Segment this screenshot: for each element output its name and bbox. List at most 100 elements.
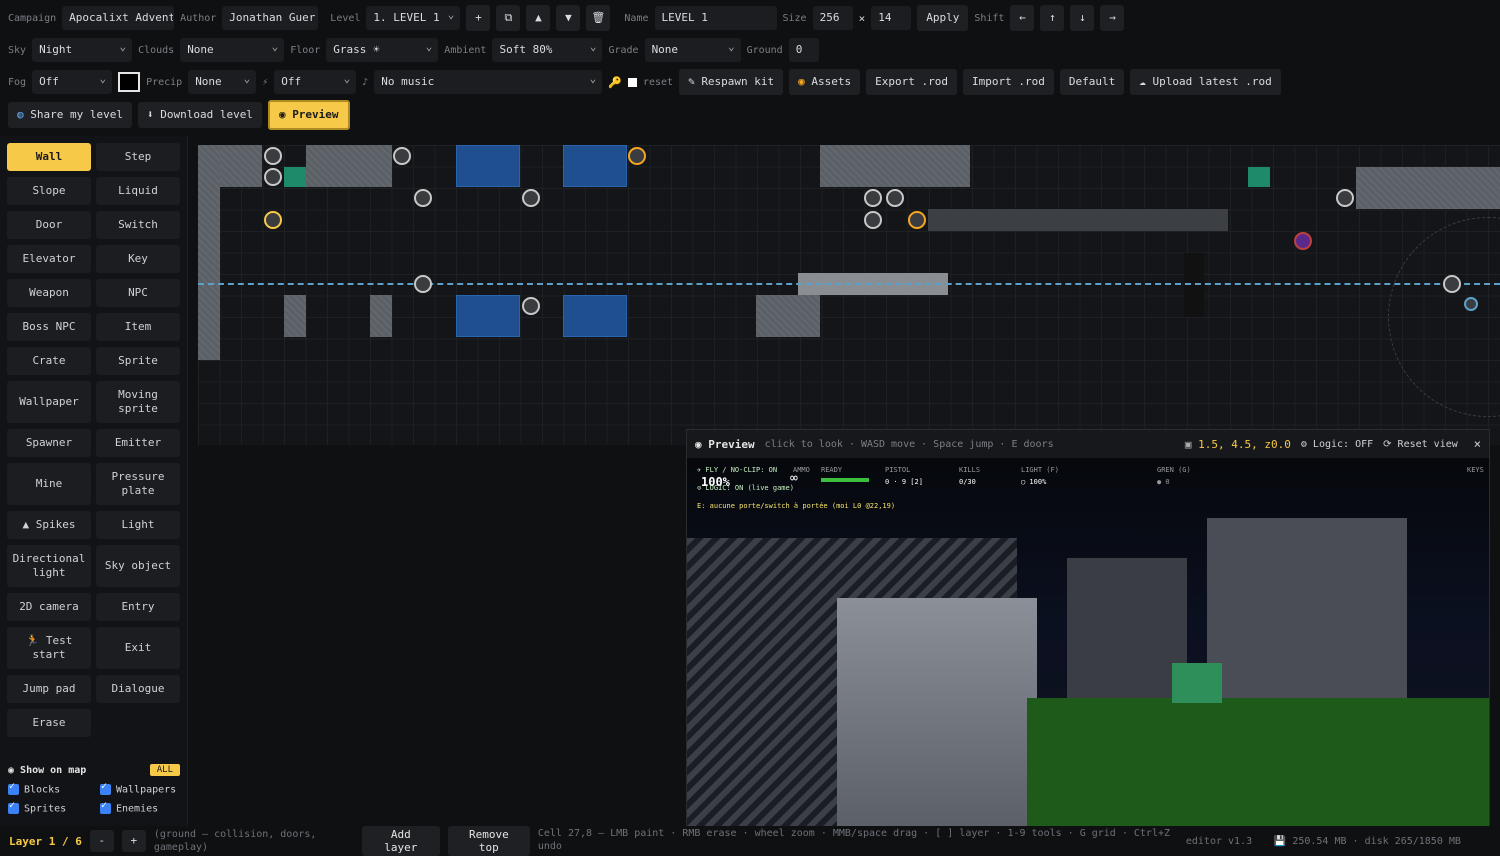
size-width-input[interactable]: 256 <box>812 6 853 30</box>
shift-right-button[interactable]: → <box>1100 5 1125 31</box>
music-select[interactable]: No music <box>374 70 603 94</box>
item-marker[interactable] <box>908 211 926 229</box>
tool-switch[interactable]: Switch <box>96 211 180 239</box>
move-level-up-button[interactable]: ▲ <box>526 5 551 31</box>
tool-dialogue[interactable]: Dialogue <box>96 675 180 703</box>
show-sprites-checkbox[interactable]: Sprites <box>8 800 100 814</box>
tool-elevator[interactable]: Elevator <box>7 245 91 273</box>
reset-view-button[interactable]: ⟳ Reset view <box>1383 439 1458 450</box>
layer-minus-button[interactable]: - <box>89 830 114 852</box>
level-name-input[interactable]: LEVEL 1 <box>654 6 777 30</box>
export-button[interactable]: Export .rod <box>866 69 958 95</box>
default-button[interactable]: Default <box>1059 69 1125 95</box>
fog-color-swatch[interactable] <box>118 72 141 92</box>
tool-entry[interactable]: Entry <box>96 593 180 621</box>
floor-select[interactable]: Grass ☀ <box>326 38 439 62</box>
hud-logic: ⊙ LOGIC: ON (live game) <box>697 484 794 492</box>
precip-select[interactable]: None <box>188 70 257 94</box>
tool-slope[interactable]: Slope <box>7 177 91 205</box>
add-layer-button[interactable]: Add layer <box>361 826 440 856</box>
entity-marker[interactable] <box>414 189 432 207</box>
entity-marker[interactable] <box>886 189 904 207</box>
tool-npc[interactable]: NPC <box>96 279 180 307</box>
apply-button[interactable]: Apply <box>917 5 969 31</box>
tool-pressure-plate[interactable]: Pressure plate <box>96 463 180 505</box>
duplicate-level-button[interactable]: ⧉ <box>496 5 521 31</box>
grade-select[interactable]: None <box>644 38 741 62</box>
close-preview-button[interactable]: × <box>1474 437 1481 451</box>
share-level-button[interactable]: ◍ Share my level <box>8 102 132 128</box>
tool-directional-light[interactable]: Directional light <box>7 545 91 587</box>
tool-test-start[interactable]: 🏃 Test start <box>7 627 91 669</box>
remove-top-layer-button[interactable]: Remove top <box>447 826 530 856</box>
entity-marker[interactable] <box>522 297 540 315</box>
fog-select[interactable]: Off <box>32 70 113 94</box>
entity-marker[interactable] <box>1336 189 1354 207</box>
tool-wall[interactable]: Wall <box>7 143 91 171</box>
tool-jump-pad[interactable]: Jump pad <box>7 675 91 703</box>
sky-select[interactable]: Night <box>32 38 133 62</box>
key-color-swatch[interactable] <box>627 77 637 87</box>
ground-input[interactable]: 0 <box>788 38 819 62</box>
entity-marker[interactable] <box>864 189 882 207</box>
tool-sprite[interactable]: Sprite <box>96 347 180 375</box>
entity-marker[interactable] <box>864 211 882 229</box>
ambient-select[interactable]: Soft 80% <box>492 38 603 62</box>
move-level-down-button[interactable]: ▼ <box>556 5 581 31</box>
preview-3d-viewport[interactable]: ✈ FLY / NO-CLIP: ON 100% ⊙ LOGIC: ON (li… <box>687 458 1489 828</box>
wind-select[interactable]: Off <box>274 70 357 94</box>
tool-erase[interactable]: Erase <box>7 709 91 737</box>
tool-door[interactable]: Door <box>7 211 91 239</box>
show-wallpapers-checkbox[interactable]: Wallpapers <box>100 781 192 796</box>
tool-item[interactable]: Item <box>96 313 180 341</box>
tool-liquid[interactable]: Liquid <box>96 177 180 205</box>
tool-spikes[interactable]: ▲ Spikes <box>7 511 91 539</box>
show-enemies-checkbox[interactable]: Enemies <box>100 800 192 814</box>
enemy-marker[interactable] <box>1294 232 1312 250</box>
show-blocks-checkbox[interactable]: Blocks <box>8 781 100 796</box>
show-all-button[interactable]: ALL <box>149 764 180 776</box>
preview-button[interactable]: ◉ Preview <box>267 100 350 130</box>
shift-up-button[interactable]: ↑ <box>1040 5 1065 31</box>
download-level-button[interactable]: ⬇ Download level <box>137 102 262 128</box>
respawn-kit-button[interactable]: ✎ Respawn kit <box>679 69 784 95</box>
author-input[interactable]: Jonathan Guerre <box>222 6 319 30</box>
tool-spawner[interactable]: Spawner <box>7 429 91 457</box>
tool-crate[interactable]: Crate <box>7 347 91 375</box>
entity-marker[interactable] <box>264 147 282 165</box>
tool-mine[interactable]: Mine <box>7 463 91 505</box>
tool-boss-npc[interactable]: Boss NPC <box>7 313 91 341</box>
tool-wallpaper[interactable]: Wallpaper <box>7 381 91 423</box>
shift-left-button[interactable]: ← <box>1010 5 1035 31</box>
tool-step[interactable]: Step <box>96 143 180 171</box>
entity-marker[interactable] <box>522 189 540 207</box>
boss-npc-marker[interactable] <box>628 147 646 165</box>
upload-button[interactable]: ☁ Upload latest .rod <box>1130 69 1281 95</box>
entity-marker[interactable] <box>393 147 411 165</box>
tool-weapon[interactable]: Weapon <box>7 279 91 307</box>
entity-marker[interactable] <box>264 168 282 186</box>
logic-toggle[interactable]: ⚙ Logic: OFF <box>1301 439 1373 450</box>
shift-down-button[interactable]: ↓ <box>1070 5 1095 31</box>
tool-moving-sprite[interactable]: Moving sprite <box>96 381 180 423</box>
entity-marker[interactable] <box>414 275 432 293</box>
level-map-canvas[interactable] <box>198 145 1500 445</box>
tool-exit[interactable]: Exit <box>96 627 180 669</box>
tool-key[interactable]: Key <box>96 245 180 273</box>
reset-link[interactable]: reset <box>643 77 673 88</box>
layer-plus-button[interactable]: + <box>121 830 146 852</box>
tool-2d-camera[interactable]: 2D camera <box>7 593 91 621</box>
delete-level-button[interactable]: 🗑 <box>586 5 611 31</box>
tool-emitter[interactable]: Emitter <box>96 429 180 457</box>
size-height-input[interactable]: 14 <box>871 6 912 30</box>
tool-light[interactable]: Light <box>96 511 180 539</box>
add-level-button[interactable]: + <box>466 5 491 31</box>
key-marker[interactable] <box>264 211 282 229</box>
assets-button[interactable]: ◉ Assets <box>789 69 861 95</box>
clouds-select[interactable]: None <box>180 38 285 62</box>
campaign-input[interactable]: Apocalixt Adventure <box>62 6 175 30</box>
preview-panel: ◉ Preview click to look · WASD move · Sp… <box>686 429 1490 828</box>
level-select[interactable]: 1. LEVEL 1 <box>366 6 461 30</box>
tool-sky-object[interactable]: Sky object <box>96 545 180 587</box>
import-button[interactable]: Import .rod <box>963 69 1054 95</box>
